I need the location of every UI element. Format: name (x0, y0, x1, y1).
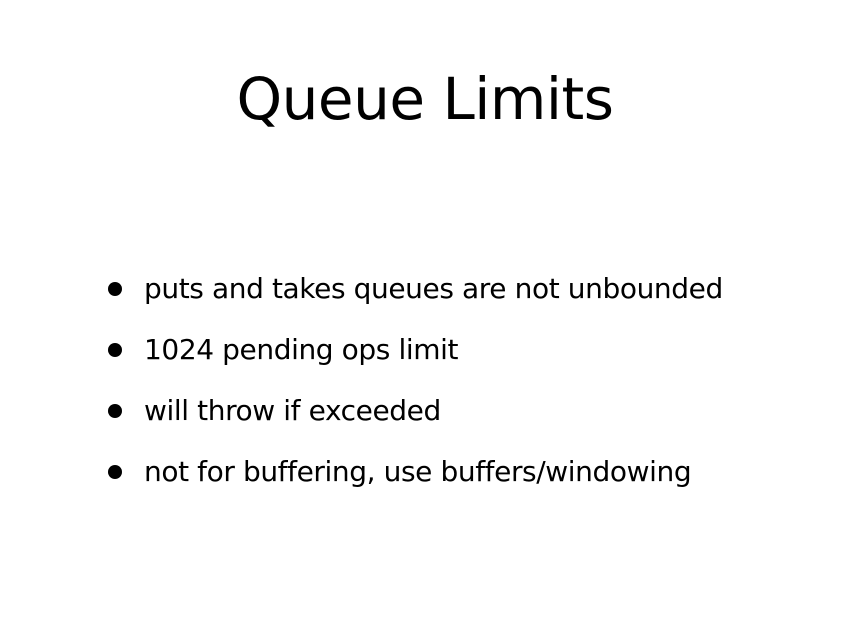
bullet-item: 1024 pending ops limit (108, 319, 723, 380)
bullet-dot-icon (108, 342, 122, 357)
bullet-dot-icon (108, 403, 122, 418)
bullet-text: not for buffering, use buffers/windowing (144, 454, 692, 488)
bullet-text: will throw if exceeded (144, 393, 441, 427)
bullet-text: 1024 pending ops limit (144, 332, 459, 366)
bullet-list: puts and takes queues are not unbounded … (108, 258, 723, 502)
slide: Queue Limits puts and takes queues are n… (0, 0, 850, 637)
slide-title: Queue Limits (236, 65, 614, 133)
bullet-item: will throw if exceeded (108, 380, 723, 441)
bullet-item: not for buffering, use buffers/windowing (108, 441, 723, 502)
bullet-dot-icon (108, 464, 122, 479)
bullet-item: puts and takes queues are not unbounded (108, 258, 723, 319)
bullet-dot-icon (108, 281, 122, 296)
bullet-text: puts and takes queues are not unbounded (144, 271, 723, 305)
